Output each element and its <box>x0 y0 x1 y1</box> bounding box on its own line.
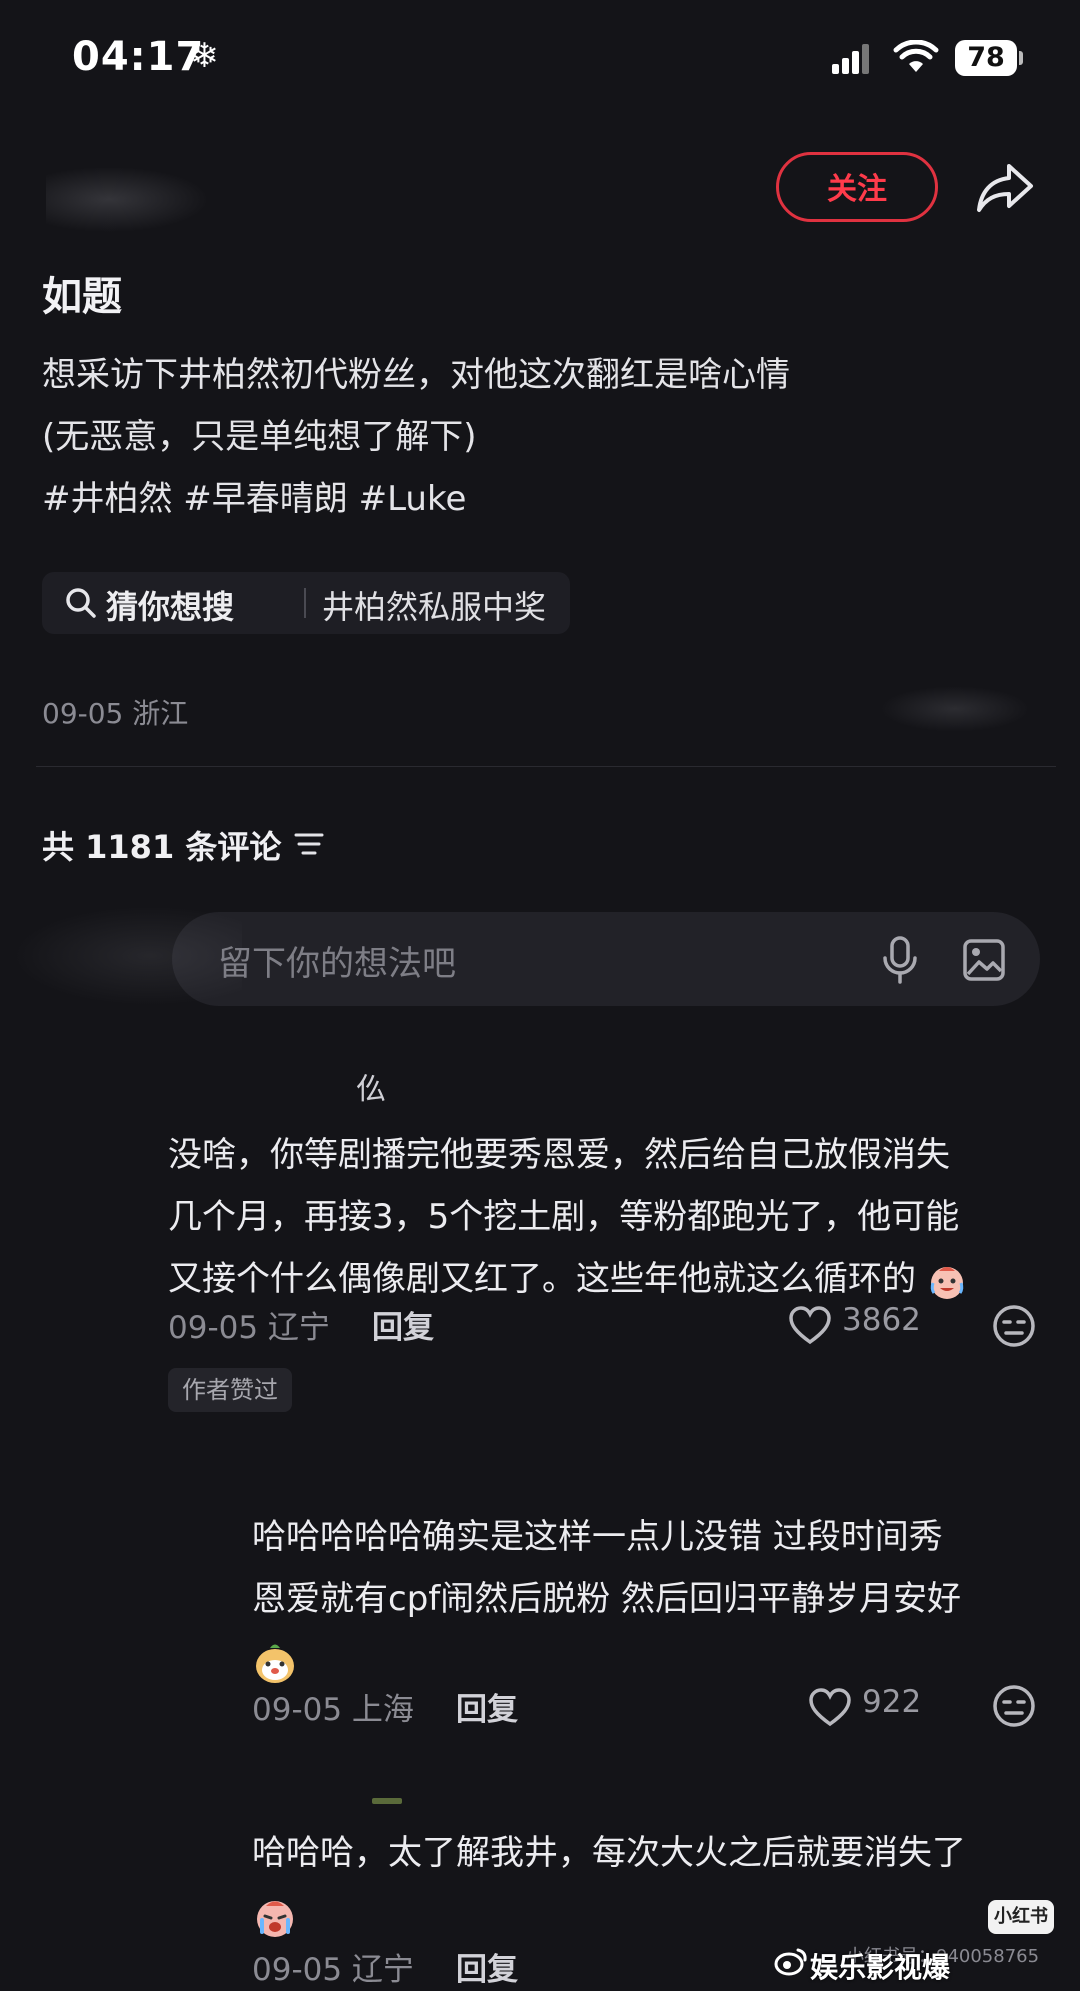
comments-count: 共 1181 条评论 <box>42 828 282 866</box>
reply-button[interactable]: 回复 <box>456 1944 518 1989</box>
reply-button[interactable]: 回复 <box>372 1302 434 1347</box>
comment-date-location: 09-05 辽宁 <box>252 1952 414 1988</box>
comment-username[interactable]: 仫 <box>356 1064 386 1108</box>
comment-line: 没啥，你等剧播完他要秀恩爱，然后给自己放假消失 <box>168 1135 950 1175</box>
dislike-face-icon[interactable] <box>992 1684 1036 1728</box>
post-body: 想采访下井柏然初代粉丝，对他这次翻红是啥心情 (无恶意，只是单纯想了解下) #井… <box>42 344 1042 530</box>
comment-text: 没啥，你等剧播完他要秀恩爱，然后给自己放假消失 几个月，再接3，5个挖土剧，等粉… <box>168 1124 1048 1310</box>
comment-input-placeholder[interactable]: 留下你的想法吧 <box>218 936 456 985</box>
comment-date-location: 09-05 上海 <box>252 1692 414 1728</box>
comment-text: 哈哈哈哈哈确实是这样一点儿没错 过段时间秀 恩爱就有cpf闹然后脱粉 然后回归平… <box>252 1506 1052 1692</box>
author-liked-badge: 作者赞过 <box>168 1368 292 1412</box>
sort-icon[interactable] <box>294 830 324 858</box>
post-body-line: 想采访下井柏然初代粉丝，对他这次翻红是啥心情 <box>42 355 790 395</box>
like-count: 922 <box>862 1684 922 1720</box>
battery-indicator: 78 <box>955 40 1017 76</box>
post-date-location: 09-05 浙江 <box>42 697 189 730</box>
heart-icon[interactable] <box>788 1306 832 1346</box>
blurred-username <box>372 1798 402 1804</box>
comment-date-location: 09-05 辽宁 <box>168 1310 330 1346</box>
crying-emoji-icon <box>257 1900 293 1937</box>
comment-text: 哈哈哈，太了解我井，每次大火之后就要消失了 <box>252 1822 1052 1946</box>
status-time: 04:17 <box>72 34 205 80</box>
microphone-icon[interactable] <box>880 936 920 984</box>
signal-icon <box>832 44 870 74</box>
heart-icon[interactable] <box>808 1688 852 1728</box>
post-body-line: (无恶意，只是单纯想了解下) <box>42 417 477 457</box>
search-chip-label: 猜你想搜 <box>106 588 235 626</box>
like-count: 3862 <box>842 1302 921 1338</box>
follow-button[interactable]: 关注 <box>776 152 938 222</box>
post-title: 如题 <box>42 274 122 320</box>
dislike-face-icon[interactable] <box>992 1304 1036 1348</box>
xiaohongshu-badge: 小红书 <box>988 1900 1054 1934</box>
divider <box>36 766 1056 767</box>
search-suggestion-chip[interactable]: 猜你想搜 井柏然私服中奖 <box>42 572 570 634</box>
post-hashtags[interactable]: #井柏然 #早春晴朗 #Luke <box>42 468 1042 530</box>
blurred-avatar <box>12 906 242 1006</box>
weibo-watermark: 娱乐影视爆 <box>810 1951 951 1984</box>
comment-line: 哈哈哈，太了解我井，每次大火之后就要消失了 <box>252 1833 966 1873</box>
battery-tip <box>1019 51 1023 65</box>
comment-line: 恩爱就有cpf闹然后脱粉 然后回归平静岁月安好 <box>252 1579 962 1619</box>
image-icon[interactable] <box>962 938 1006 982</box>
chip-divider <box>304 588 306 618</box>
comment-line: 哈哈哈哈哈确实是这样一点儿没错 过段时间秀 <box>252 1517 943 1557</box>
reply-button[interactable]: 回复 <box>456 1684 518 1729</box>
wifi-icon <box>893 40 939 72</box>
comment-line: 又接个什么偶像剧又红了。这些年他就这么循环的 <box>168 1259 916 1299</box>
crying-laughing-emoji-icon <box>930 1266 964 1299</box>
search-icon <box>66 588 96 618</box>
orange-face-emoji-icon <box>256 1644 294 1683</box>
weibo-logo-icon <box>774 1948 807 1976</box>
share-arrow-icon[interactable] <box>975 160 1035 214</box>
search-chip-term: 井柏然私服中奖 <box>322 588 547 626</box>
author-avatar[interactable] <box>46 168 226 238</box>
blurred-region <box>880 686 1030 732</box>
snowflake-icon: ❄ <box>190 36 219 76</box>
comment-line: 几个月，再接3，5个挖土剧，等粉都跑光了，他可能 <box>168 1197 960 1237</box>
